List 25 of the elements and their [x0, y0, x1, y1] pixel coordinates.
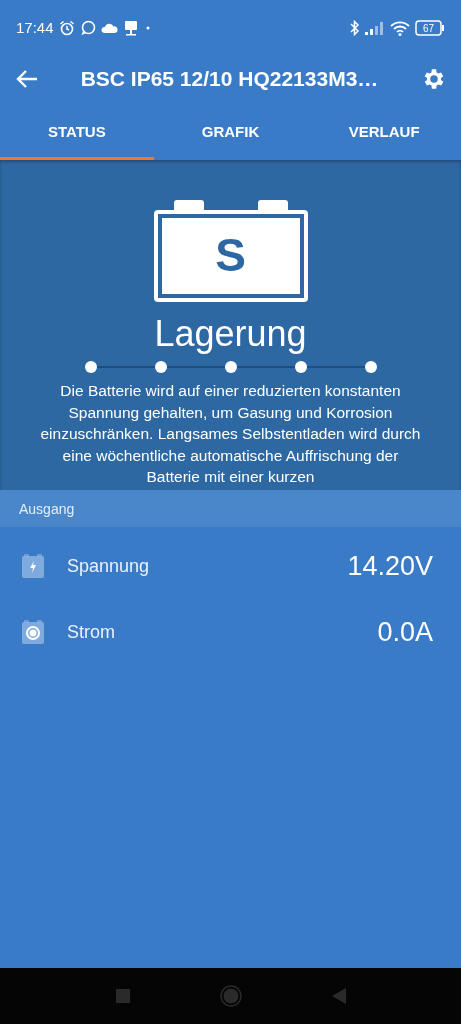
- battery-bolt-icon: [21, 553, 45, 579]
- state-description: Die Batterie wird auf einer reduzierten konstanten Spannung gehalten, um Gasung und Korrosion einzuschränken. Langsames Selbstentladen wird durch eine wöchentliche automatische Auffrischung der Batterie mit einer kurzen: [39, 381, 422, 487]
- bluetooth-icon: [350, 19, 360, 36]
- home-icon[interactable]: [219, 985, 242, 1007]
- battery-icon: 67: [415, 19, 445, 36]
- tab[interactable]: GRAFIK: [153, 103, 308, 160]
- recents-icon[interactable]: [115, 989, 130, 1003]
- cloud-icon: [100, 21, 118, 34]
- section-title: Ausgang: [19, 500, 75, 517]
- clock-time: 17:44: [16, 19, 54, 36]
- back-icon[interactable]: [331, 988, 346, 1004]
- state-name: Lagerung: [154, 314, 307, 354]
- device-title: BSC IP65 12/10 HQ22133M3…: [79, 67, 380, 91]
- row-label: Spannung: [67, 555, 151, 577]
- wifi-icon: [390, 19, 410, 36]
- signal-icon: [365, 20, 385, 35]
- alarm-icon: [58, 19, 75, 36]
- row-value: 0.0A: [377, 616, 433, 648]
- back-arrow-icon[interactable]: [16, 69, 38, 89]
- chat-icon: [79, 19, 96, 36]
- state-letter: S: [214, 230, 247, 280]
- row-label: Strom: [67, 621, 116, 643]
- tab[interactable]: VERLAUF: [307, 103, 461, 160]
- notification-icon: [122, 19, 139, 36]
- row-value: 14.20V: [347, 550, 433, 582]
